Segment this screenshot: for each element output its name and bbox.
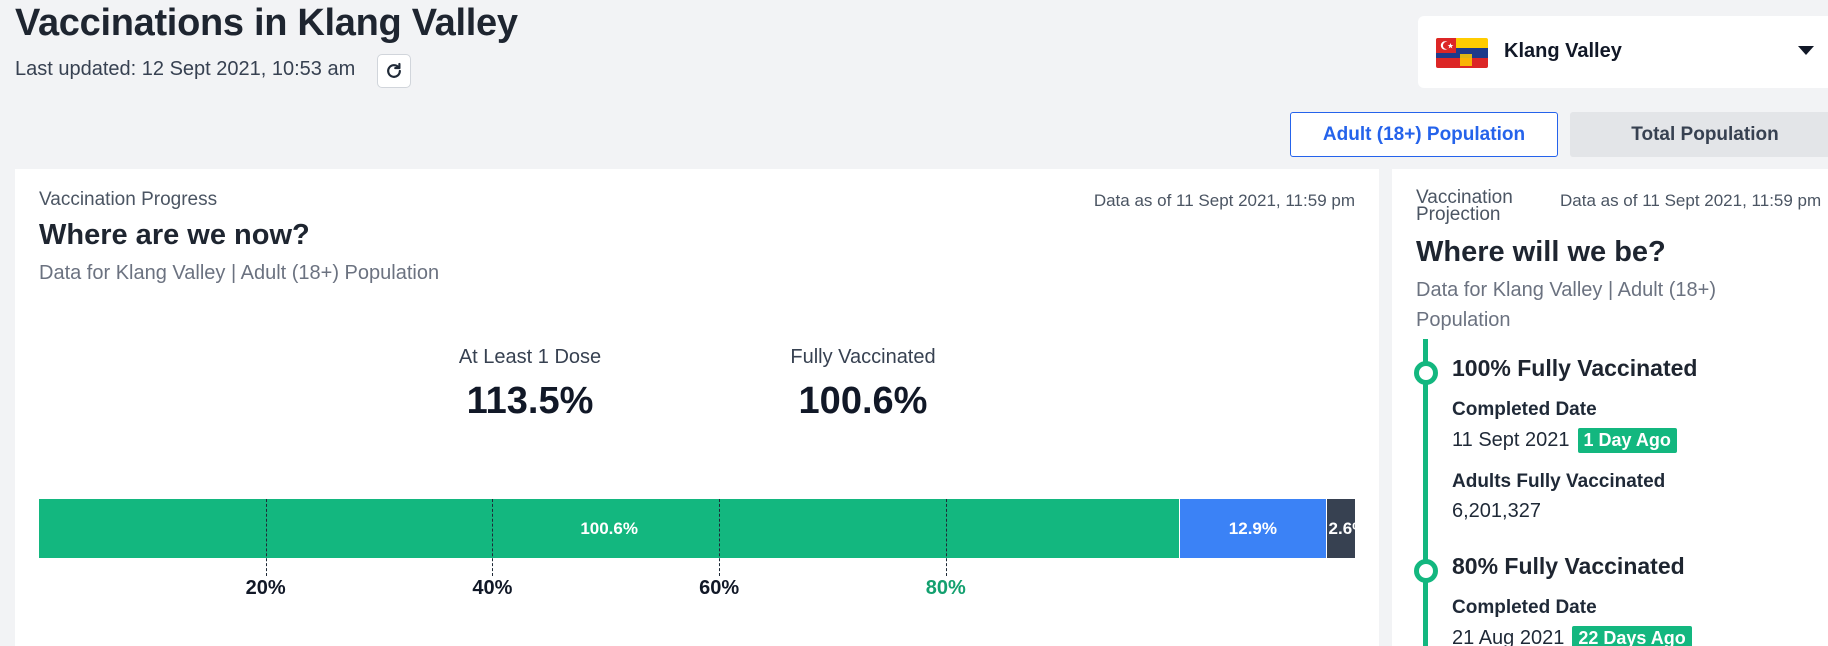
stat-label-fully-vaccinated: Fully Vaccinated bbox=[790, 346, 936, 368]
region-select[interactable]: Klang Valley bbox=[1418, 16, 1828, 88]
completed-date-value: 11 Sept 2021 bbox=[1452, 429, 1570, 451]
status-badge: 1 Day Ago bbox=[1577, 428, 1677, 453]
page-title: Vaccinations in Klang Valley bbox=[15, 2, 518, 44]
timeline-dot bbox=[1414, 559, 1438, 583]
status-badge: 22 Days Ago bbox=[1572, 626, 1692, 646]
completed-date-label: Completed Date bbox=[1452, 597, 1597, 618]
card-heading: Where are we now? bbox=[39, 219, 310, 251]
tick-label: 80% bbox=[925, 577, 966, 599]
last-updated-text: Last updated: 12 Sept 2021, 10:53 am bbox=[15, 58, 356, 80]
stat-value-at-least-1-dose: 113.5% bbox=[466, 380, 594, 422]
stat-value-fully-vaccinated: 100.6% bbox=[798, 380, 928, 422]
tick-line bbox=[265, 499, 267, 576]
chevron-down-icon bbox=[1798, 46, 1814, 55]
tab-total-population[interactable]: Total Population bbox=[1570, 112, 1828, 157]
tick-line bbox=[945, 499, 947, 576]
completed-date-label: Completed Date bbox=[1452, 399, 1597, 420]
card-eyebrow: Vaccination Projection bbox=[1416, 187, 1513, 225]
timeline-dot bbox=[1414, 361, 1438, 385]
card-eyebrow: Vaccination Progress bbox=[39, 189, 218, 210]
tick-label: 20% bbox=[245, 577, 286, 599]
vaccination-progress-card: Vaccination Progress Data as of 11 Sept … bbox=[15, 169, 1379, 646]
region-select-value: Klang Valley bbox=[1504, 40, 1622, 62]
adults-fully-vaccinated-label: Adults Fully Vaccinated bbox=[1452, 471, 1666, 492]
completed-date-row: 11 Sept 2021 1 Day Ago bbox=[1452, 428, 1677, 453]
bar-ticks: 20% 40% 60% 80% bbox=[39, 499, 1355, 619]
milestone-title: 100% Fully Vaccinated bbox=[1452, 355, 1698, 381]
stat-label-at-least-1-dose: At Least 1 Dose bbox=[458, 346, 602, 368]
completed-date-row: 21 Aug 2021 22 Days Ago bbox=[1452, 626, 1692, 646]
timeline-line bbox=[1423, 339, 1428, 646]
milestone-title: 80% Fully Vaccinated bbox=[1452, 553, 1685, 579]
data-as-of-text: Data as of 11 Sept 2021, 11:59 pm bbox=[1560, 191, 1822, 210]
klang-valley-flag-icon bbox=[1436, 38, 1488, 68]
tick-line bbox=[719, 499, 721, 576]
adults-fully-vaccinated-value: 6,201,327 bbox=[1452, 500, 1541, 522]
data-as-of-text: Data as of 11 Sept 2021, 11:59 pm bbox=[1093, 191, 1355, 210]
vaccination-projection-card: Vaccination Projection Data as of 11 Sep… bbox=[1392, 169, 1828, 646]
card-subtitle: Data for Klang Valley | Adult (18+) Popu… bbox=[39, 262, 440, 284]
refresh-button[interactable] bbox=[377, 54, 411, 88]
tick-label: 60% bbox=[699, 577, 740, 599]
card-subtitle: Data for Klang Valley | Adult (18+) Popu… bbox=[1416, 279, 1716, 331]
tick-label: 40% bbox=[472, 577, 513, 599]
refresh-icon bbox=[387, 62, 401, 78]
card-heading: Where will we be? bbox=[1416, 236, 1666, 268]
completed-date-value: 21 Aug 2021 bbox=[1452, 627, 1565, 646]
tab-adult-population[interactable]: Adult (18+) Population bbox=[1290, 112, 1558, 157]
tick-line bbox=[492, 499, 494, 576]
